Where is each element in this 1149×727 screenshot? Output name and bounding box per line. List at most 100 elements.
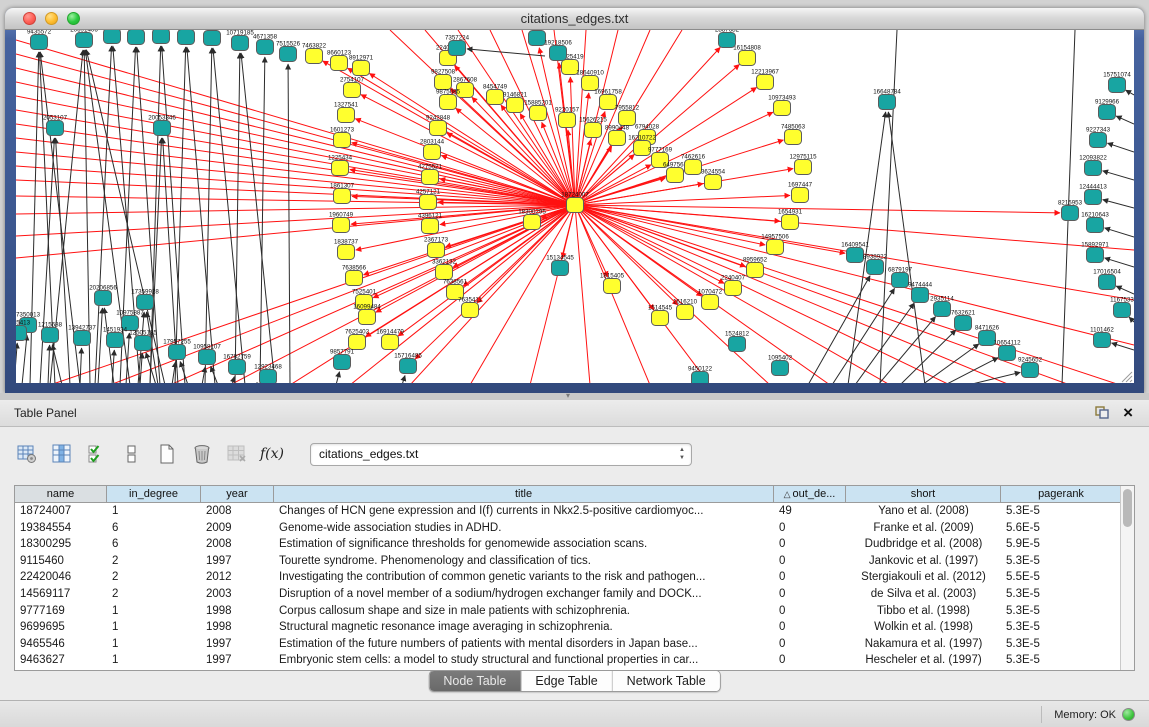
graph-node[interactable]: 8215953 xyxy=(1058,200,1083,221)
graph-node[interactable]: 1167533 xyxy=(1110,297,1134,318)
citation-graph[interactable]: 1872400718300295161548081221396710973493… xyxy=(16,30,1134,383)
graph-node[interactable]: 16782759 xyxy=(223,354,251,375)
tab-node-table[interactable]: Node Table xyxy=(429,671,521,691)
import-checks-icon[interactable] xyxy=(84,441,110,467)
graph-node[interactable]: 9857791 xyxy=(330,349,355,370)
graph-node[interactable]: 4396121 xyxy=(418,213,443,234)
graph-node[interactable]: 15892971 xyxy=(1081,242,1109,263)
graph-edge[interactable] xyxy=(1129,317,1134,322)
graph-node[interactable]: 6497568 xyxy=(663,162,688,183)
column-header-pagerank[interactable]: pagerank xyxy=(1001,486,1120,502)
column-header-title[interactable]: title xyxy=(274,486,774,502)
graph-edge[interactable] xyxy=(48,345,50,383)
graph-node[interactable]: 13942737 xyxy=(68,325,96,346)
graph-node[interactable]: 1225434 xyxy=(328,155,353,176)
graph-edge[interactable] xyxy=(402,376,405,383)
graph-node[interactable]: 17359928 xyxy=(131,289,159,310)
graph-node[interactable]: 7635411 xyxy=(458,297,482,318)
table-scrollbar[interactable] xyxy=(1120,486,1134,670)
graph-node[interactable]: 9474444 xyxy=(908,282,933,303)
graph-node[interactable]: 12923468 xyxy=(254,364,282,384)
graph-node[interactable]: 4257121 xyxy=(416,189,441,210)
graph-node[interactable]: 1451934 xyxy=(103,327,128,348)
resize-grip[interactable] xyxy=(1122,372,1132,382)
graph-edge[interactable] xyxy=(80,348,82,383)
graph-node[interactable]: 12505185 xyxy=(129,330,157,351)
graph-edge[interactable] xyxy=(1105,228,1134,237)
graph-node[interactable]: 9245652 xyxy=(1018,357,1043,378)
graph-node[interactable]: 1601273 xyxy=(330,127,355,148)
graph-edge[interactable] xyxy=(1126,90,1134,95)
table-row[interactable]: 977716911998Corpus callosum shape and si… xyxy=(15,603,1120,620)
graph-node[interactable]: 8660123 xyxy=(327,50,352,71)
graph-edge[interactable] xyxy=(575,205,1010,383)
graph-node[interactable]: 1697447 xyxy=(788,182,813,203)
graph-edge[interactable] xyxy=(1107,143,1134,152)
tab-network-table[interactable]: Network Table xyxy=(613,671,720,691)
graph-edge[interactable] xyxy=(213,48,245,383)
graph-node[interactable]: 1861307 xyxy=(330,183,355,204)
graph-node[interactable]: 4275521 xyxy=(418,164,443,185)
graph-node[interactable]: 2343114 xyxy=(100,30,124,44)
graph-node[interactable]: 18640910 xyxy=(576,70,604,91)
table-column-icon[interactable] xyxy=(49,441,75,467)
graph-node[interactable]: 7357224 xyxy=(445,35,470,56)
graph-node[interactable]: 7625402 xyxy=(345,329,370,350)
graph-edge[interactable] xyxy=(968,372,1020,383)
graph-node[interactable]: 2803144 xyxy=(420,139,445,160)
column-header-short[interactable]: short xyxy=(846,486,1001,502)
table-row[interactable]: 1456911722003Disruption of a novel membe… xyxy=(15,586,1120,603)
panel-splitter[interactable]: ▾ xyxy=(0,393,1149,400)
graph-node[interactable]: 4671358 xyxy=(253,34,278,55)
graph-edge[interactable] xyxy=(415,205,575,359)
graph-node[interactable]: 14957506 xyxy=(761,234,789,255)
column-header-in_degree[interactable]: in_degree xyxy=(107,486,201,502)
graph-edge[interactable] xyxy=(855,303,914,383)
graph-node[interactable]: 9435572 xyxy=(27,30,52,50)
table-settings-icon[interactable] xyxy=(14,441,40,467)
graph-edge[interactable] xyxy=(575,205,845,253)
graph-node[interactable]: 7463822 xyxy=(302,43,327,64)
tab-edge-table[interactable]: Edge Table xyxy=(521,671,612,691)
graph-node[interactable]: 6466160 xyxy=(200,30,225,46)
graph-node[interactable]: 9827508 xyxy=(431,69,456,90)
graph-node[interactable]: 9875085 xyxy=(436,89,461,110)
graph-edge[interactable] xyxy=(260,57,265,383)
graph-node[interactable]: 1815405 xyxy=(600,273,625,294)
graph-node[interactable]: 1101462 xyxy=(1090,327,1114,348)
graph-node[interactable]: 1095402 xyxy=(768,355,793,376)
graph-node[interactable]: 7955812 xyxy=(615,105,640,126)
graph-edge[interactable] xyxy=(56,138,70,383)
graph-node[interactable]: 1070472 xyxy=(698,289,723,310)
graph-node[interactable]: 3624554 xyxy=(701,169,726,190)
graph-edge[interactable] xyxy=(235,53,240,383)
graph-node[interactable]: 2240407 xyxy=(721,275,746,296)
graph-node[interactable]: 12093822 xyxy=(1079,155,1107,176)
graph-edge[interactable] xyxy=(900,330,956,383)
table-select-dropdown[interactable]: citations_edges.txt ▲▼ xyxy=(310,443,692,466)
graph-edge[interactable] xyxy=(467,49,545,56)
graph-node[interactable]: 9129966 xyxy=(1095,99,1120,120)
float-panel-icon[interactable] xyxy=(1095,406,1109,419)
graph-edge[interactable] xyxy=(373,205,575,298)
graph-node[interactable]: 1514545 xyxy=(648,305,673,326)
graph-node[interactable]: 15751074 xyxy=(1103,72,1131,93)
graph-edge[interactable] xyxy=(1116,286,1134,294)
graph-node[interactable]: 16099484 xyxy=(353,304,381,325)
graph-node[interactable]: 15134545 xyxy=(546,255,574,276)
graph-node[interactable]: 1327541 xyxy=(334,102,359,123)
graph-edge[interactable] xyxy=(1116,116,1134,124)
graph-node[interactable]: 10719185 xyxy=(226,30,254,51)
graph-node[interactable]: 8990448 xyxy=(605,125,630,146)
graph-node[interactable]: 8959652 xyxy=(743,257,768,278)
graph-node[interactable]: 9450122 xyxy=(688,366,713,384)
graph-node[interactable]: 1616210 xyxy=(673,299,698,320)
graph-node[interactable]: 2053107 xyxy=(43,115,68,136)
graph-node[interactable]: 8912971 xyxy=(349,55,374,76)
graph-edge[interactable] xyxy=(232,377,234,383)
graph-node[interactable]: 15716485 xyxy=(394,353,422,374)
graph-edge[interactable] xyxy=(336,372,339,383)
graph-edge[interactable] xyxy=(16,343,17,383)
graph-node[interactable]: 2754107 xyxy=(340,77,365,98)
graph-node[interactable]: 8938922 xyxy=(863,254,888,275)
